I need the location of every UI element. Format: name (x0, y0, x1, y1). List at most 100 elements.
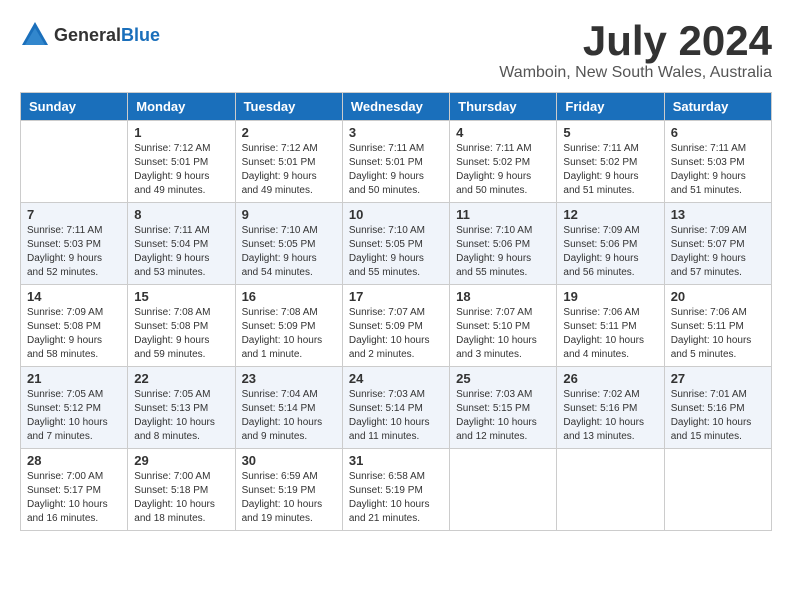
cell-day-number: 11 (456, 207, 550, 222)
cell-day-number: 1 (134, 125, 228, 140)
cell-day-number: 14 (27, 289, 121, 304)
cell-info: Sunrise: 7:06 AMSunset: 5:11 PMDaylight:… (563, 306, 657, 362)
table-row (450, 449, 557, 531)
cell-info: Sunrise: 7:08 AMSunset: 5:08 PMDaylight:… (134, 306, 228, 362)
table-row: 13Sunrise: 7:09 AMSunset: 5:07 PMDayligh… (664, 203, 771, 285)
cell-day-number: 19 (563, 289, 657, 304)
general-text: General (54, 25, 121, 45)
calendar-header-row: Sunday Monday Tuesday Wednesday Thursday… (21, 93, 772, 121)
cell-info: Sunrise: 7:03 AMSunset: 5:14 PMDaylight:… (349, 388, 443, 444)
table-row: 27 Sunrise: 7:01 AMSunset: 5:16 PMDayligh… (664, 367, 771, 449)
table-row: 2Sunrise: 7:12 AMSunset: 5:01 PMDaylight… (235, 121, 342, 203)
cell-day-number: 7 (27, 207, 121, 222)
table-row: 14Sunrise: 7:09 AMSunset: 5:08 PMDayligh… (21, 285, 128, 367)
cell-day-number: 22 (134, 371, 228, 386)
table-row: 21 Sunrise: 7:05 AMSunset: 5:12 PMDayligh… (21, 367, 128, 449)
table-row: 23 Sunrise: 7:04 AMSunset: 5:14 PMDayligh… (235, 367, 342, 449)
cell-info: Sunrise: 7:11 AMSunset: 5:04 PMDaylight:… (134, 224, 228, 280)
table-row: 22 Sunrise: 7:05 AMSunset: 5:13 PMDayligh… (128, 367, 235, 449)
cell-info: Sunrise: 7:07 AMSunset: 5:10 PMDaylight:… (456, 306, 550, 362)
calendar-table: Sunday Monday Tuesday Wednesday Thursday… (20, 92, 772, 531)
logo: GeneralBlue (20, 20, 160, 50)
cell-info: Sunrise: 7:04 AMSunset: 5:14 PMDaylight:… (242, 388, 336, 444)
header-thursday: Thursday (450, 93, 557, 121)
cell-day-number: 16 (242, 289, 336, 304)
cell-day-number: 9 (242, 207, 336, 222)
header: GeneralBlue July 2024 Wamboin, New South… (20, 20, 772, 82)
cell-day-number: 5 (563, 125, 657, 140)
calendar-week-row: 1 Sunrise: 7:12 AMSunset: 5:01 PMDaylight… (21, 121, 772, 203)
table-row: 6Sunrise: 7:11 AMSunset: 5:03 PMDaylight… (664, 121, 771, 203)
cell-info: Sunrise: 7:03 AMSunset: 5:15 PMDaylight:… (456, 388, 550, 444)
cell-info: Sunrise: 6:59 AMSunset: 5:19 PMDaylight:… (242, 470, 336, 526)
header-monday: Monday (128, 93, 235, 121)
cell-info: Sunrise: 7:10 AMSunset: 5:05 PMDaylight:… (349, 224, 443, 280)
table-row: 15 Sunrise: 7:08 AMSunset: 5:08 PMDayligh… (128, 285, 235, 367)
table-row: 29 Sunrise: 7:00 AMSunset: 5:18 PMDayligh… (128, 449, 235, 531)
table-row: 19 Sunrise: 7:06 AMSunset: 5:11 PMDayligh… (557, 285, 664, 367)
cell-day-number: 15 (134, 289, 228, 304)
header-friday: Friday (557, 93, 664, 121)
table-row: 3Sunrise: 7:11 AMSunset: 5:01 PMDaylight… (342, 121, 449, 203)
cell-info: Sunrise: 7:05 AMSunset: 5:12 PMDaylight:… (27, 388, 121, 444)
header-tuesday: Tuesday (235, 93, 342, 121)
table-row: 7 Sunrise: 7:11 AMSunset: 5:03 PMDaylight… (21, 203, 128, 285)
header-sunday: Sunday (21, 93, 128, 121)
table-row (664, 449, 771, 531)
cell-day-number: 30 (242, 453, 336, 468)
table-row: 5 Sunrise: 7:11 AMSunset: 5:02 PMDaylight… (557, 121, 664, 203)
table-row (557, 449, 664, 531)
cell-info: Sunrise: 7:12 AMSunset: 5:01 PMDaylight:… (242, 142, 336, 198)
table-row: 10 Sunrise: 7:10 AMSunset: 5:05 PMDayligh… (342, 203, 449, 285)
table-row (21, 121, 128, 203)
table-row: 31Sunrise: 6:58 AMSunset: 5:19 PMDayligh… (342, 449, 449, 531)
location-subtitle: Wamboin, New South Wales, Australia (499, 64, 772, 82)
cell-info: Sunrise: 7:00 AMSunset: 5:18 PMDaylight:… (134, 470, 228, 526)
table-row: 20Sunrise: 7:06 AMSunset: 5:11 PMDayligh… (664, 285, 771, 367)
cell-day-number: 27 (671, 371, 765, 386)
cell-day-number: 23 (242, 371, 336, 386)
cell-day-number: 10 (349, 207, 443, 222)
calendar-week-row: 14Sunrise: 7:09 AMSunset: 5:08 PMDayligh… (21, 285, 772, 367)
cell-day-number: 20 (671, 289, 765, 304)
table-row: 26Sunrise: 7:02 AMSunset: 5:16 PMDayligh… (557, 367, 664, 449)
cell-info: Sunrise: 7:11 AMSunset: 5:02 PMDaylight:… (563, 142, 657, 198)
cell-info: Sunrise: 7:11 AMSunset: 5:02 PMDaylight:… (456, 142, 550, 198)
table-row: 9 Sunrise: 7:10 AMSunset: 5:05 PMDaylight… (235, 203, 342, 285)
cell-info: Sunrise: 7:12 AMSunset: 5:01 PMDaylight:… (134, 142, 228, 198)
table-row: 28 Sunrise: 7:00 AMSunset: 5:17 PMDayligh… (21, 449, 128, 531)
logo-text: GeneralBlue (54, 25, 160, 46)
cell-info: Sunrise: 7:08 AMSunset: 5:09 PMDaylight:… (242, 306, 336, 362)
table-row: 11 Sunrise: 7:10 AMSunset: 5:06 PMDayligh… (450, 203, 557, 285)
cell-day-number: 31 (349, 453, 443, 468)
header-wednesday: Wednesday (342, 93, 449, 121)
title-block: July 2024 Wamboin, New South Wales, Aust… (499, 20, 772, 82)
table-row: 17Sunrise: 7:07 AMSunset: 5:09 PMDayligh… (342, 285, 449, 367)
table-row: 16 Sunrise: 7:08 AMSunset: 5:09 PMDayligh… (235, 285, 342, 367)
table-row: 24Sunrise: 7:03 AMSunset: 5:14 PMDayligh… (342, 367, 449, 449)
header-saturday: Saturday (664, 93, 771, 121)
cell-info: Sunrise: 7:10 AMSunset: 5:05 PMDaylight:… (242, 224, 336, 280)
cell-info: Sunrise: 7:10 AMSunset: 5:06 PMDaylight:… (456, 224, 550, 280)
table-row: 1 Sunrise: 7:12 AMSunset: 5:01 PMDaylight… (128, 121, 235, 203)
table-row: 4 Sunrise: 7:11 AMSunset: 5:02 PMDaylight… (450, 121, 557, 203)
table-row: 8 Sunrise: 7:11 AMSunset: 5:04 PMDaylight… (128, 203, 235, 285)
cell-day-number: 26 (563, 371, 657, 386)
cell-info: Sunrise: 7:01 AMSunset: 5:16 PMDaylight:… (671, 388, 765, 444)
cell-day-number: 28 (27, 453, 121, 468)
cell-info: Sunrise: 7:11 AMSunset: 5:03 PMDaylight:… (27, 224, 121, 280)
cell-day-number: 21 (27, 371, 121, 386)
cell-info: Sunrise: 7:05 AMSunset: 5:13 PMDaylight:… (134, 388, 228, 444)
logo-icon (20, 20, 50, 50)
cell-info: Sunrise: 7:07 AMSunset: 5:09 PMDaylight:… (349, 306, 443, 362)
cell-day-number: 8 (134, 207, 228, 222)
calendar-week-row: 21 Sunrise: 7:05 AMSunset: 5:12 PMDayligh… (21, 367, 772, 449)
cell-info: Sunrise: 7:09 AMSunset: 5:07 PMDaylight:… (671, 224, 765, 280)
cell-day-number: 18 (456, 289, 550, 304)
cell-info: Sunrise: 7:09 AMSunset: 5:06 PMDaylight:… (563, 224, 657, 280)
cell-day-number: 29 (134, 453, 228, 468)
cell-day-number: 6 (671, 125, 765, 140)
cell-info: Sunrise: 7:00 AMSunset: 5:17 PMDaylight:… (27, 470, 121, 526)
cell-info: Sunrise: 7:11 AMSunset: 5:01 PMDaylight:… (349, 142, 443, 198)
cell-day-number: 4 (456, 125, 550, 140)
